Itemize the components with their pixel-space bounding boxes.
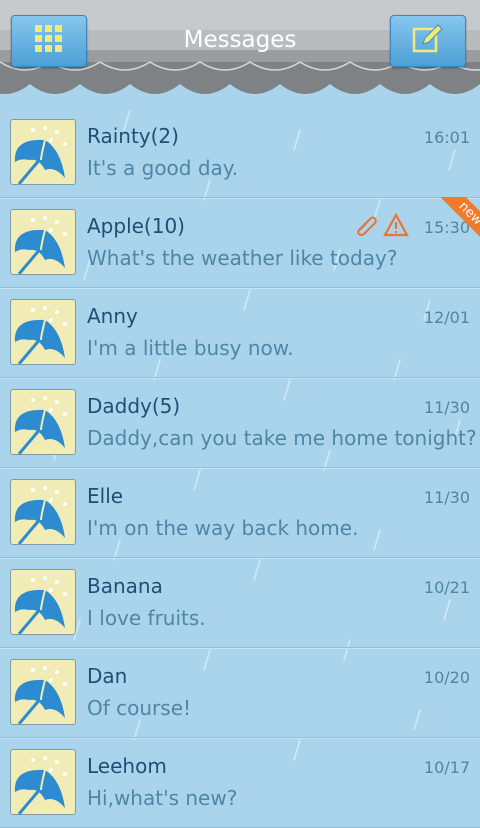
message-preview: What's the weather like today? <box>87 246 398 270</box>
compose-icon <box>411 22 445 60</box>
umbrella-icon <box>14 486 67 544</box>
app-header: Messages <box>0 0 480 104</box>
contact-avatar <box>10 209 76 275</box>
menu-button[interactable] <box>11 15 87 67</box>
message-preview: I'm a little busy now. <box>87 336 294 360</box>
message-time: 10/21 <box>423 578 470 597</box>
grid-icon <box>34 24 64 58</box>
page-title: Messages <box>183 27 297 53</box>
contact-avatar <box>10 389 76 455</box>
message-flags <box>355 212 409 241</box>
compose-button[interactable] <box>390 15 466 67</box>
thread-row[interactable]: Dan Of course! 10/20 <box>0 648 480 738</box>
attachment-icon <box>355 213 379 241</box>
contact-avatar <box>10 119 76 185</box>
contact-avatar <box>10 569 76 635</box>
umbrella-icon <box>14 666 67 724</box>
contact-name: Anny <box>87 304 138 328</box>
message-time: 10/20 <box>423 668 470 687</box>
message-time: 11/30 <box>423 398 470 417</box>
umbrella-icon <box>14 126 67 184</box>
contact-avatar <box>10 299 76 365</box>
thread-row[interactable]: Leehom Hi,what's new? 10/17 <box>0 738 480 828</box>
thread-row[interactable]: Anny I'm a little busy now. 12/01 <box>0 288 480 378</box>
thread-row[interactable]: Daddy(5) Daddy,can you take me home toni… <box>0 378 480 468</box>
message-preview: Hi,what's new? <box>87 786 238 810</box>
umbrella-icon <box>14 576 67 634</box>
warning-icon <box>383 212 409 241</box>
contact-avatar <box>10 749 76 815</box>
thread-row[interactable]: Banana I love fruits. 10/21 <box>0 558 480 648</box>
umbrella-icon <box>14 396 67 454</box>
message-preview: Daddy,can you take me home tonight? <box>87 426 477 450</box>
thread-row[interactable]: Rainty(2) It's a good day. 16:01 <box>0 108 480 198</box>
message-time: 10/17 <box>423 758 470 777</box>
message-preview: Of course! <box>87 696 192 720</box>
new-badge: new <box>434 197 480 243</box>
contact-name: Rainty(2) <box>87 124 179 148</box>
contact-name: Daddy(5) <box>87 394 181 418</box>
umbrella-icon <box>14 306 67 364</box>
contact-avatar <box>10 479 76 545</box>
contact-name: Dan <box>87 664 128 688</box>
contact-name: Elle <box>87 484 124 508</box>
contact-name: Apple(10) <box>87 214 185 238</box>
message-preview: I'm on the way back home. <box>87 516 359 540</box>
contact-name: Leehom <box>87 754 167 778</box>
message-time: 11/30 <box>423 488 470 507</box>
message-preview: I love fruits. <box>87 606 206 630</box>
message-time: 16:01 <box>423 128 470 147</box>
thread-row[interactable]: Elle I'm on the way back home. 11/30 <box>0 468 480 558</box>
umbrella-icon <box>14 216 67 274</box>
contact-name: Banana <box>87 574 163 598</box>
new-badge-label: new <box>435 197 480 243</box>
thread-list: Rainty(2) It's a good day. 16:01 Apple(1… <box>0 108 480 828</box>
thread-row[interactable]: Apple(10) What's the weather like today?… <box>0 197 480 288</box>
message-preview: It's a good day. <box>87 156 239 180</box>
umbrella-icon <box>14 756 67 814</box>
contact-avatar <box>10 659 76 725</box>
message-time: 12/01 <box>423 308 470 327</box>
